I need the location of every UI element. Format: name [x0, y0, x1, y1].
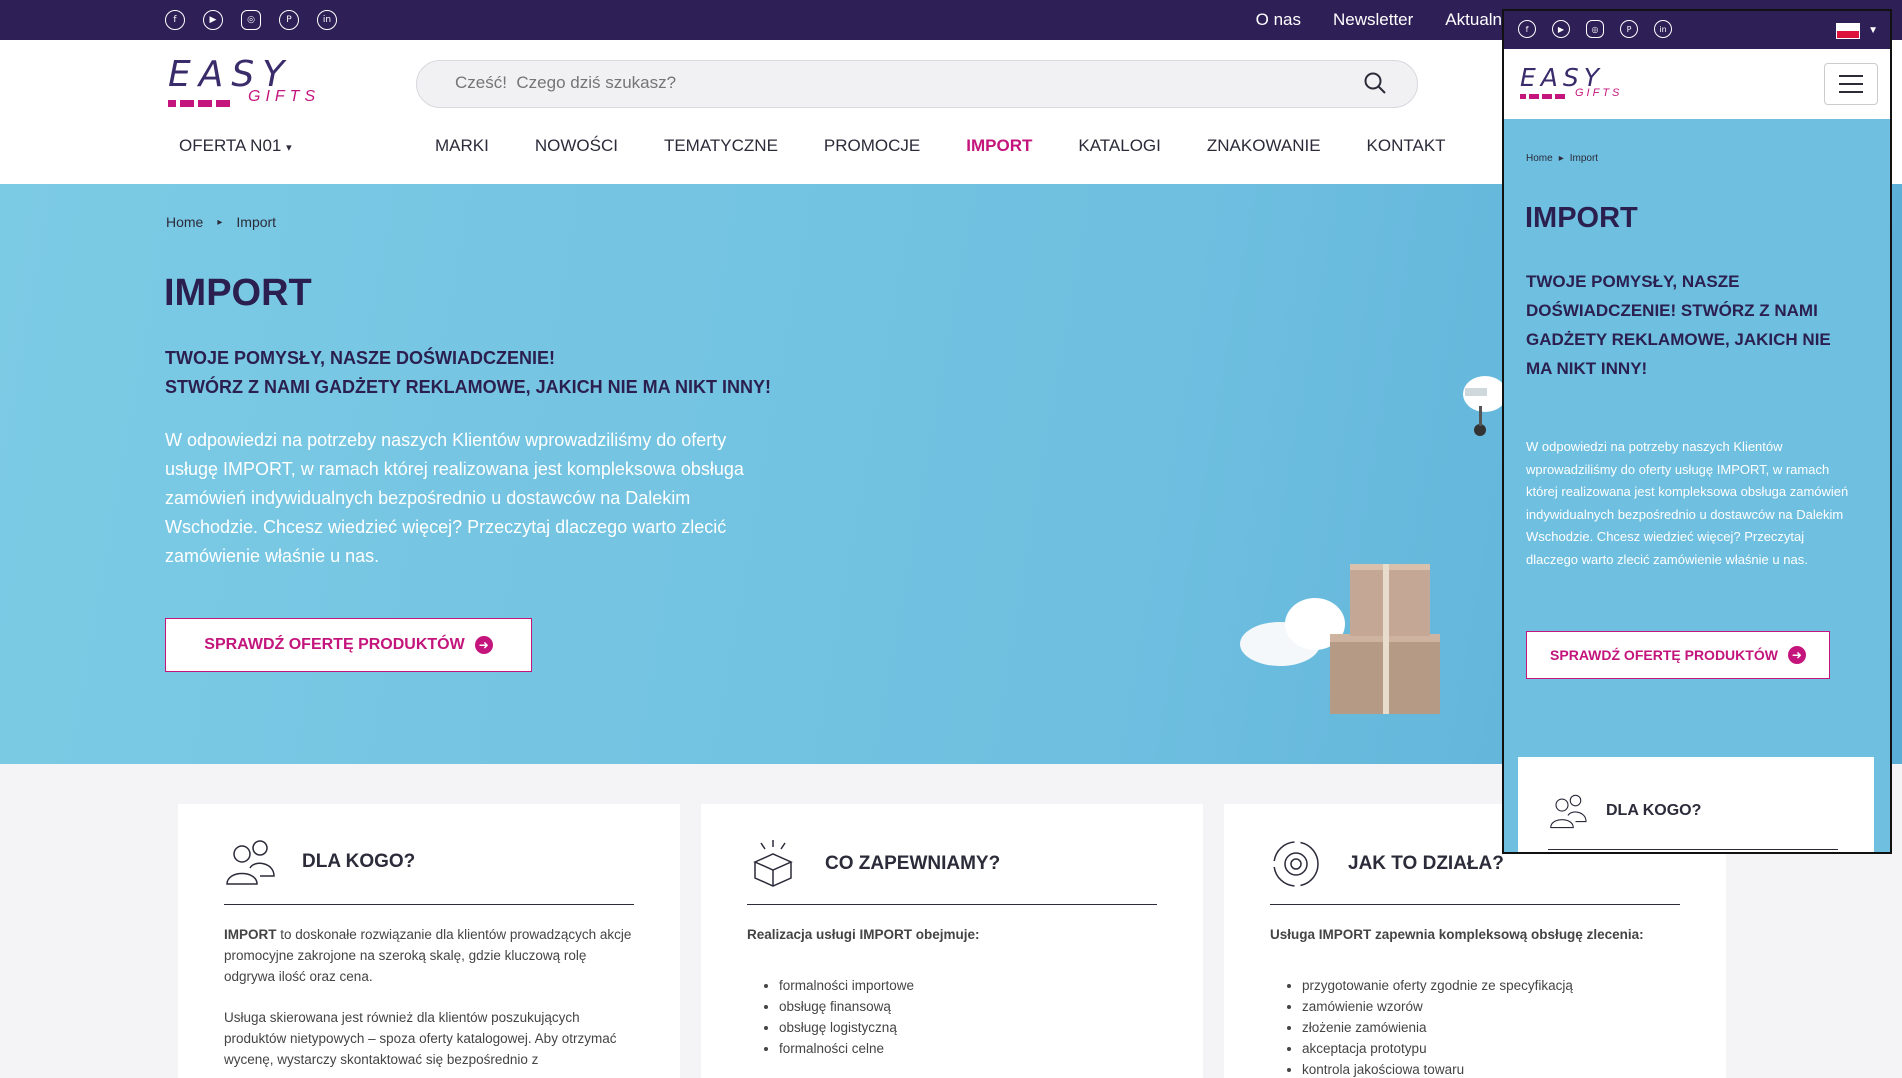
- card-text: to doskonałe rozwiązanie dla klientów pr…: [224, 927, 632, 984]
- cta-label: SPRAWDŹ OFERTĘ PRODUKTÓW: [1550, 647, 1778, 663]
- provide-list: formalności importowe obsługę finansową …: [779, 975, 1157, 1059]
- breadcrumb-home[interactable]: Home: [1526, 153, 1553, 164]
- nav-item-import[interactable]: IMPORT: [966, 136, 1032, 156]
- news-link[interactable]: Aktualn: [1445, 10, 1502, 30]
- breadcrumb: Home ▸ Import: [1526, 153, 1598, 164]
- airplane-illustration: [1463, 376, 1505, 436]
- mobile-preview: f ▶ ◎ P in ▼ EASY GIFTS Home ▸ Import IM…: [1502, 9, 1892, 854]
- pinterest-icon[interactable]: P: [279, 10, 299, 30]
- hero-tagline: TWOJE POMYSŁY, NASZE DOŚWIADCZENIE! STWÓ…: [1526, 272, 1831, 378]
- divider: [1548, 849, 1838, 850]
- card-for-whom: DLA KOGO?: [1518, 757, 1874, 852]
- import-keyword: IMPORT: [224, 927, 277, 942]
- hero-description: W odpowiedzi na potrzeby naszych Klientó…: [165, 430, 744, 566]
- logo-dots: [168, 100, 230, 107]
- list-item: złożenie zamówienia: [1302, 1017, 1680, 1038]
- check-offer-button[interactable]: SPRAWDŹ OFERTĘ PRODUKTÓW ➜: [1526, 631, 1830, 679]
- people-icon: [1550, 794, 1587, 829]
- card-title: DLA KOGO?: [302, 851, 416, 872]
- logo-gifts: GIFTS: [248, 88, 321, 105]
- logo[interactable]: EASY GIFTS: [1520, 63, 1640, 107]
- people-icon: [226, 840, 275, 885]
- nav-item-new[interactable]: NOWOŚCI: [535, 136, 618, 156]
- mobile-header: EASY GIFTS: [1504, 49, 1890, 119]
- youtube-icon[interactable]: ▶: [1552, 20, 1570, 38]
- list-item: obsługę logistyczną: [779, 1017, 1157, 1038]
- divider: [1270, 904, 1680, 905]
- page-title: IMPORT: [1525, 202, 1638, 234]
- card-title: CO ZAPEWNIAMY?: [825, 853, 1001, 874]
- list-item: zamówienie wzorów: [1302, 996, 1680, 1017]
- boxes-illustration: [1240, 564, 1440, 714]
- chevron-down-icon: ▾: [286, 142, 292, 154]
- page-title: IMPORT: [164, 272, 312, 314]
- polish-flag-icon[interactable]: [1836, 23, 1860, 39]
- card-title: JAK TO DZIAŁA?: [1348, 853, 1504, 874]
- card-paragraph: IMPORT to doskonałe rozwiązanie dla klie…: [224, 924, 634, 987]
- search-input[interactable]: [455, 73, 1335, 93]
- arrow-right-icon: ➜: [474, 636, 493, 654]
- newsletter-link[interactable]: Newsletter: [1333, 10, 1413, 30]
- gear-cycle-icon: [1273, 841, 1319, 887]
- open-box-icon: [753, 840, 793, 887]
- divider: [224, 904, 634, 905]
- list-item: obsługę finansową: [779, 996, 1157, 1017]
- nav-item-catalogs[interactable]: KATALOGI: [1078, 136, 1161, 156]
- top-links: O nas Newsletter Aktualn: [1256, 0, 1502, 40]
- youtube-icon[interactable]: ▶: [203, 10, 223, 30]
- logo-gifts: GIFTS: [1575, 87, 1623, 99]
- card-title: DLA KOGO?: [1606, 802, 1702, 819]
- linkedin-icon[interactable]: in: [1654, 20, 1672, 38]
- search-bar: [416, 60, 1418, 108]
- facebook-icon[interactable]: f: [165, 10, 185, 30]
- breadcrumb-current: Import: [236, 214, 277, 230]
- chevron-down-icon[interactable]: ▼: [1868, 25, 1878, 36]
- card-what-we-provide: CO ZAPEWNIAMY? Realizacja usługi IMPORT …: [701, 804, 1203, 1078]
- list-item: formalności celne: [779, 1038, 1157, 1059]
- hero-description: W odpowiedzi na potrzeby naszych Klientó…: [1526, 439, 1849, 567]
- chevron-right-icon: ▸: [217, 216, 223, 228]
- offer-label: OFERTA N01: [179, 136, 282, 155]
- chevron-right-icon: ▸: [1558, 153, 1564, 164]
- breadcrumb-home[interactable]: Home: [166, 214, 203, 230]
- nav-item-thematic[interactable]: TEMATYCZNE: [664, 136, 778, 156]
- pinterest-icon[interactable]: P: [1620, 20, 1638, 38]
- breadcrumb: Home ▸ Import: [166, 214, 276, 230]
- mobile-top-bar: f ▶ ◎ P in ▼: [1504, 11, 1890, 49]
- search-icon[interactable]: [1363, 71, 1387, 95]
- tagline-line-1: TWOJE POMYSŁY, NASZE DOŚWIADCZENIE!: [165, 348, 556, 368]
- logo-dots: [1520, 94, 1565, 99]
- hamburger-menu-icon[interactable]: [1824, 63, 1878, 105]
- social-links: f ▶ ◎ P in: [165, 10, 337, 30]
- arrow-right-icon: ➜: [1787, 646, 1806, 664]
- instagram-icon[interactable]: ◎: [241, 10, 261, 30]
- facebook-icon[interactable]: f: [1518, 20, 1536, 38]
- instagram-icon[interactable]: ◎: [1586, 20, 1604, 38]
- list-item: akceptacja prototypu: [1302, 1038, 1680, 1059]
- list-item: kontrola jakościowa towaru: [1302, 1059, 1680, 1078]
- nav-item-brands[interactable]: MARKI: [435, 136, 489, 156]
- check-offer-button[interactable]: SPRAWDŹ OFERTĘ PRODUKTÓW ➜: [165, 618, 532, 672]
- list-item: formalności importowe: [779, 975, 1157, 996]
- nav-item-branding[interactable]: ZNAKOWANIE: [1207, 136, 1321, 156]
- card-for-whom: DLA KOGO? IMPORT to doskonałe rozwiązani…: [178, 804, 680, 1078]
- logo[interactable]: EASY GIFTS: [168, 54, 328, 118]
- cta-label: SPRAWDŹ OFERTĘ PRODUKTÓW: [204, 636, 465, 653]
- divider: [747, 904, 1157, 905]
- about-link[interactable]: O nas: [1256, 10, 1301, 30]
- card-intro: Usługa IMPORT zapewnia kompleksową obsłu…: [1270, 927, 1644, 942]
- offer-dropdown[interactable]: OFERTA N01 ▾: [179, 136, 292, 156]
- linkedin-icon[interactable]: in: [317, 10, 337, 30]
- steps-list: przygotowanie oferty zgodnie ze specyfik…: [1302, 975, 1680, 1078]
- nav-item-contact[interactable]: KONTAKT: [1367, 136, 1446, 156]
- breadcrumb-current: Import: [1569, 153, 1599, 164]
- card-paragraph-2: Usługa skierowana jest również dla klien…: [224, 1010, 617, 1067]
- tagline-line-2: STWÓRZ Z NAMI GADŻETY REKLAMOWE, JAKICH …: [165, 377, 771, 397]
- hero-tagline: TWOJE POMYSŁY, NASZE DOŚWIADCZENIE! STWÓ…: [165, 344, 805, 402]
- list-item: przygotowanie oferty zgodnie ze specyfik…: [1302, 975, 1680, 996]
- card-intro: Realizacja usługi IMPORT obejmuje:: [747, 927, 980, 942]
- nav-item-promotions[interactable]: PROMOCJE: [824, 136, 920, 156]
